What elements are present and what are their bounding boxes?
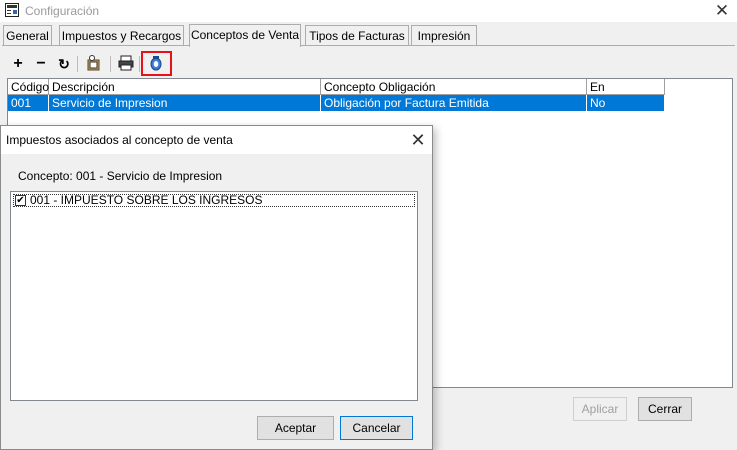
associated-taxes-dialog: Impuestos asociados al concepto de venta…	[0, 125, 433, 450]
cancel-button[interactable]: Cancelar	[340, 416, 413, 440]
tax-config-icon	[87, 55, 100, 71]
tab-panel-border	[2, 45, 735, 46]
column-header-concepto-obligacion[interactable]: Concepto Obligación	[321, 79, 587, 95]
dialog-close-button[interactable]: ✕	[407, 129, 429, 151]
tax-config-button[interactable]	[84, 54, 104, 74]
table-row-cell-concepto-obligacion[interactable]: Obligación por Factura Emitida	[321, 95, 587, 111]
accept-button[interactable]: Aceptar	[257, 416, 334, 440]
tax-item-label: 001 - IMPUESTO SOBRE LOS INGRESOS	[30, 193, 263, 207]
toolbar-separator	[110, 56, 111, 72]
column-header-descripcion[interactable]: Descripción	[49, 79, 321, 95]
tab-impresion[interactable]: Impresión	[411, 25, 477, 45]
tab-general[interactable]: General	[3, 25, 52, 45]
concept-label: Concepto: 001 - Servicio de Impresion	[18, 169, 223, 183]
column-header-codigo[interactable]: Código	[8, 79, 49, 95]
tab-conceptos-de-venta[interactable]: Conceptos de Venta	[189, 24, 301, 47]
printer-icon	[118, 55, 134, 71]
dialog-title: Impuestos asociados al concepto de venta	[6, 133, 233, 147]
remove-button[interactable]: −	[31, 54, 51, 74]
add-button[interactable]: +	[8, 54, 28, 74]
highlight-box	[141, 51, 172, 76]
tab-impuestos-y-recargos[interactable]: Impuestos y Recargos	[59, 25, 184, 45]
toolbar-separator	[77, 56, 78, 72]
tab-tipos-de-facturas[interactable]: Tipos de Facturas	[305, 25, 409, 45]
window-close-button[interactable]: ✕	[712, 1, 732, 21]
main-titlebar: Configuración ✕	[0, 0, 737, 22]
apply-button[interactable]: Aplicar	[573, 397, 627, 421]
refresh-button[interactable]: ↻	[54, 54, 74, 74]
list-item[interactable]: ✔ 001 - IMPUESTO SOBRE LOS INGRESOS	[13, 194, 415, 207]
window-title: Configuración	[25, 4, 100, 18]
print-button[interactable]	[116, 54, 136, 74]
dialog-titlebar: Impuestos asociados al concepto de venta…	[1, 126, 432, 154]
table-row-cell-descripcion[interactable]: Servicio de Impresion	[49, 95, 321, 111]
taxes-checklist[interactable]: ✔ 001 - IMPUESTO SOBRE LOS INGRESOS	[10, 191, 418, 401]
table-row-cell-codigo[interactable]: 001	[8, 95, 49, 111]
close-button[interactable]: Cerrar	[638, 397, 692, 421]
table-row-cell-en-experimento[interactable]: No	[587, 95, 665, 111]
app-icon	[5, 3, 19, 17]
toolbar-separator	[139, 56, 140, 72]
column-header-en-experimento[interactable]: En Experimento	[587, 79, 665, 110]
tax-checkbox[interactable]: ✔	[15, 195, 26, 206]
